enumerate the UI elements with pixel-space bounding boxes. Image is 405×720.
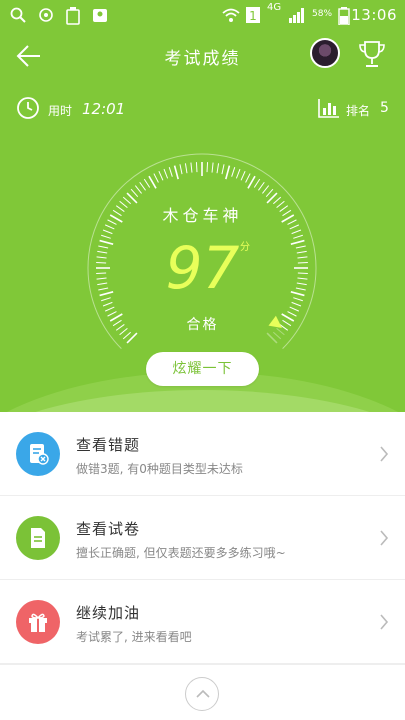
menu-icon-circle xyxy=(16,516,60,560)
list-item-wrong-questions[interactable]: 查看错题 做错3题, 有0种题目类型未达标 xyxy=(0,412,405,496)
scroll-up-button[interactable] xyxy=(185,677,219,711)
gauge-tick xyxy=(173,165,179,180)
chevron-right-icon xyxy=(380,530,389,546)
gauge-tick xyxy=(240,170,246,181)
score-header-panel: 1 4G 58% 13:06 考试成绩 用时 12:01 排名 5 木仓车神 9… xyxy=(0,0,405,412)
wrong-questions-icon xyxy=(30,444,49,465)
gauge-tick xyxy=(253,178,261,188)
menu-title: 继续加油 xyxy=(76,604,141,622)
gauge-tick xyxy=(130,188,139,197)
search-icon xyxy=(10,7,26,23)
status-time: 13:06 xyxy=(351,6,397,24)
menu-title: 查看错题 xyxy=(76,436,141,454)
gauge-tick xyxy=(258,181,265,191)
svg-text:1: 1 xyxy=(249,9,257,23)
wifi-icon xyxy=(222,8,240,22)
gauge-tick xyxy=(195,162,198,173)
score-unit: 分 xyxy=(240,242,250,253)
gauge-tick xyxy=(190,162,193,173)
gauge-tick xyxy=(104,306,115,312)
gauge-tick xyxy=(102,301,113,307)
user-nickname: 木仓车神 xyxy=(162,206,243,225)
bottom-bar xyxy=(0,664,405,720)
gauge-tick xyxy=(231,167,236,177)
list-item-exam-paper[interactable]: 查看试卷 擅长正确题, 但仅表题还要多多练习哦~ xyxy=(0,496,405,580)
gauge-tick xyxy=(158,170,164,181)
chevron-up-icon xyxy=(196,689,210,698)
gauge-tick xyxy=(289,306,300,312)
battery-percent: 58% xyxy=(312,9,333,19)
sim-icon: 1 xyxy=(246,7,260,23)
gauge-tick xyxy=(148,175,157,189)
gauge-tick xyxy=(168,167,173,177)
menu-subtitle: 做错3题, 有0种题目类型未达标 xyxy=(76,462,243,476)
nav-header: 考试成绩 xyxy=(0,32,405,80)
score-value: 97 xyxy=(165,234,240,302)
menu-icon-circle xyxy=(16,432,60,476)
share-button[interactable]: 炫耀一下 xyxy=(146,352,259,386)
rank-value: 5 xyxy=(380,100,389,116)
gauge-tick xyxy=(163,168,169,179)
menu-icon-circle xyxy=(16,600,60,644)
rank-label: 排名 xyxy=(346,104,371,118)
gauge-tick xyxy=(291,301,302,307)
bag-icon xyxy=(93,9,107,22)
duration-label: 用时 xyxy=(48,104,73,118)
recycle-icon xyxy=(66,7,80,25)
gauge-tick xyxy=(216,163,220,174)
exam-paper-icon xyxy=(31,528,45,548)
trophy-icon[interactable] xyxy=(356,38,388,70)
list-item-keep-going[interactable]: 继续加油 考试累了, 进来看看吧 xyxy=(0,580,405,664)
avatar[interactable] xyxy=(310,38,340,68)
gauge-tick xyxy=(102,229,113,235)
gauge-tick xyxy=(134,185,142,194)
chevron-right-icon xyxy=(380,614,389,630)
status-bar: 1 4G 58% 13:06 xyxy=(0,0,405,32)
exam-stats: 用时 12:01 排名 5 xyxy=(0,96,405,124)
gauge-tick xyxy=(265,188,274,197)
signal-icon xyxy=(289,8,304,23)
gauge-tick xyxy=(247,175,256,189)
gauge-tick xyxy=(225,165,231,180)
action-list: 查看错题 做错3题, 有0种题目类型未达标 查看试卷 擅长正确题, 但仅表题还要… xyxy=(0,412,405,664)
gauge-tick xyxy=(245,173,251,183)
gauge-tick xyxy=(221,164,225,175)
menu-subtitle: 考试累了, 进来看看吧 xyxy=(76,630,192,644)
gauge-tick xyxy=(184,163,188,174)
gauge-tick xyxy=(153,173,159,183)
gauge-tick xyxy=(211,162,214,173)
gauge-tick xyxy=(139,181,146,191)
gift-icon xyxy=(29,613,47,632)
pass-result: 合格 xyxy=(186,317,219,333)
chevron-right-icon xyxy=(380,446,389,462)
gauge-tick xyxy=(143,178,151,188)
menu-title: 查看试卷 xyxy=(76,520,141,538)
page-title: 考试成绩 xyxy=(164,49,241,69)
gauge-tick xyxy=(179,164,183,175)
rank-chart-icon xyxy=(318,99,339,118)
gauge-tick xyxy=(235,168,241,179)
menu-subtitle: 擅长正确题, 但仅表题还要多多练习哦~ xyxy=(76,546,286,560)
sync-icon xyxy=(39,8,53,22)
duration-value: 12:01 xyxy=(82,100,126,118)
gauge-tick xyxy=(206,162,209,173)
gauge-tick xyxy=(262,185,270,194)
network-type: 4G xyxy=(267,2,282,13)
gauge-tick xyxy=(291,229,302,235)
battery-icon xyxy=(338,7,350,25)
clock-icon xyxy=(17,97,39,119)
